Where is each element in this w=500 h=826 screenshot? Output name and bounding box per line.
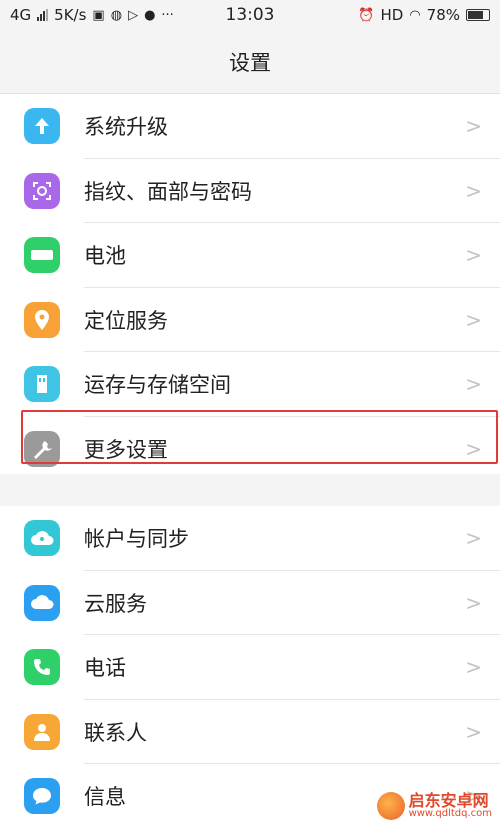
chevron-right-icon: > xyxy=(465,114,482,139)
watermark-logo-icon xyxy=(376,792,405,820)
watermark-url: www.qdltdq.com xyxy=(408,808,492,819)
chevron-right-icon: > xyxy=(465,590,482,615)
title-bar: 设置 xyxy=(0,30,500,94)
settings-item-fingerprint[interactable]: 指纹、面部与密码 > xyxy=(0,159,500,224)
play-icon: ▷ xyxy=(128,7,139,23)
watermark: 启东安卓网 www.qdltdq.com xyxy=(376,792,492,820)
settings-item-account-sync[interactable]: 帐户与同步 > xyxy=(0,506,500,571)
settings-item-label: 电话 xyxy=(84,656,126,681)
status-bar: 4G 5K/s ▣ ◍ ▷ ● ··· 13:03 ⏰ HD ◠ 78% xyxy=(0,0,500,30)
settings-item-label: 运存与存储空间 xyxy=(84,373,231,398)
settings-item-label: 信息 xyxy=(84,785,126,810)
highlight-box xyxy=(21,410,498,464)
status-left: 4G 5K/s ▣ ◍ ▷ ● ··· xyxy=(10,6,210,24)
chevron-right-icon: > xyxy=(465,178,482,203)
chevron-right-icon: > xyxy=(465,372,482,397)
battery-percent: 78% xyxy=(426,6,460,24)
page-title: 设置 xyxy=(229,50,271,75)
settings-item-label: 云服务 xyxy=(84,591,147,616)
fingerprint-face-icon xyxy=(24,172,60,209)
chevron-right-icon: > xyxy=(465,307,482,332)
settings-group-2: 帐户与同步 > 云服务 > 电话 > 联系人 > 信息 > xyxy=(0,506,500,826)
settings-item-phone[interactable]: 电话 > xyxy=(0,635,500,700)
settings-item-label: 指纹、面部与密码 xyxy=(84,179,252,204)
alarm-icon: ⏰ xyxy=(358,7,375,23)
settings-item-contacts[interactable]: 联系人 > xyxy=(0,700,500,765)
wechat-icon: ◍ xyxy=(110,7,123,23)
app-icon: ● xyxy=(144,7,156,23)
account-sync-icon xyxy=(24,520,60,557)
system-update-icon xyxy=(24,108,60,145)
cloud-icon xyxy=(24,584,60,621)
chevron-right-icon: > xyxy=(465,719,482,744)
network-type: 4G xyxy=(10,6,32,24)
settings-item-battery[interactable]: 电池 > xyxy=(0,223,500,288)
settings-item-label: 电池 xyxy=(84,244,126,269)
settings-item-system-update[interactable]: 系统升级 > xyxy=(0,94,500,159)
wifi-icon: ◠ xyxy=(409,7,421,23)
contact-person-icon xyxy=(24,713,60,750)
settings-item-storage[interactable]: 运存与存储空间 > xyxy=(0,352,500,417)
signal-icon xyxy=(37,9,49,21)
settings-item-location[interactable]: 定位服务 > xyxy=(0,288,500,353)
watermark-text: 启东安卓网 www.qdltdq.com xyxy=(409,793,492,819)
more-icon: ··· xyxy=(161,7,174,23)
chevron-right-icon: > xyxy=(465,655,482,680)
settings-item-label: 帐户与同步 xyxy=(84,527,189,552)
status-right: ⏰ HD ◠ 78% xyxy=(358,6,490,24)
settings-item-label: 联系人 xyxy=(84,720,147,745)
location-pin-icon xyxy=(24,301,60,338)
phone-icon xyxy=(24,649,60,686)
message-icon xyxy=(24,778,60,815)
notification-icon: ▣ xyxy=(92,7,105,23)
battery-icon xyxy=(24,237,60,274)
settings-item-cloud-service[interactable]: 云服务 > xyxy=(0,571,500,636)
watermark-cn: 启东安卓网 xyxy=(408,791,489,810)
chevron-right-icon: > xyxy=(465,526,482,551)
storage-card-icon xyxy=(24,366,60,403)
settings-item-label: 系统升级 xyxy=(84,115,168,140)
chevron-right-icon: > xyxy=(465,243,482,268)
settings-item-label: 定位服务 xyxy=(84,308,168,333)
battery-status-icon xyxy=(466,9,490,21)
network-speed: 5K/s xyxy=(54,6,87,24)
hd-indicator: HD xyxy=(380,6,404,24)
